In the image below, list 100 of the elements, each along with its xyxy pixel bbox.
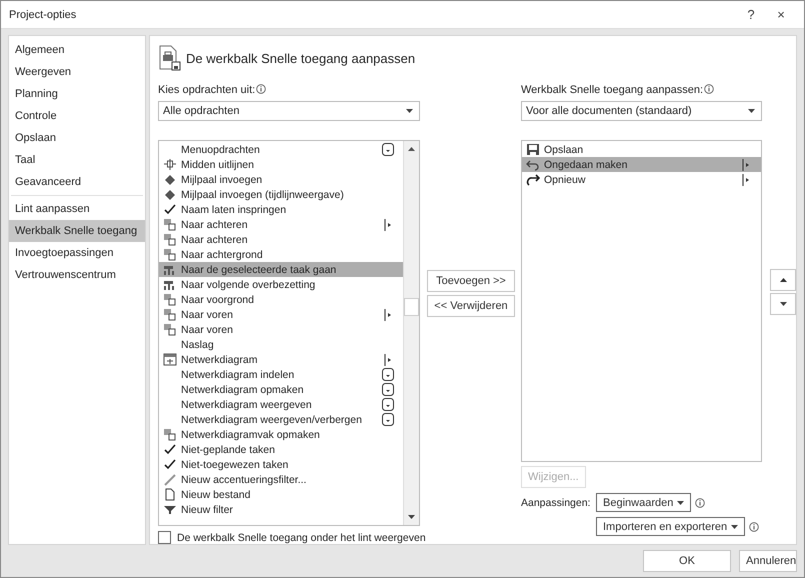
close-button[interactable]: × bbox=[766, 7, 796, 22]
shapes-icon bbox=[163, 293, 177, 306]
scroll-up-icon[interactable] bbox=[408, 147, 415, 151]
scroll-down-icon bbox=[408, 515, 415, 519]
dropdown-box-icon bbox=[382, 143, 394, 156]
list-item[interactable]: Netwerkdiagram opmaken bbox=[159, 382, 403, 397]
list-item[interactable]: Naar achtergrond bbox=[159, 247, 403, 262]
list-item[interactable]: Naam laten inspringen bbox=[159, 202, 403, 217]
info-icon bbox=[695, 498, 706, 508]
help-button[interactable]: ? bbox=[736, 7, 766, 22]
list-item[interactable]: Naar achteren bbox=[159, 217, 403, 232]
sidebar-item[interactable]: Opslaan bbox=[9, 127, 145, 149]
submenu-arrow-icon bbox=[384, 354, 392, 366]
list-item[interactable]: Netwerkdiagram indelen bbox=[159, 367, 403, 382]
undo-icon bbox=[526, 158, 540, 171]
sidebar-item[interactable]: Vertrouwenscentrum bbox=[9, 264, 145, 286]
down-arrow-icon bbox=[780, 302, 786, 306]
ok-button[interactable]: OK bbox=[643, 550, 731, 572]
table-icon bbox=[163, 353, 177, 366]
list-item[interactable]: Menuopdrachten bbox=[159, 142, 403, 157]
list-item[interactable]: Naslag bbox=[159, 337, 403, 352]
list-item[interactable]: Naar voren bbox=[159, 307, 403, 322]
commands-dropdown[interactable]: Alle opdrachten bbox=[158, 101, 420, 121]
diamond-icon bbox=[163, 173, 177, 186]
import-export-dropdown[interactable]: Importeren en exporteren bbox=[596, 517, 746, 536]
up-arrow-icon bbox=[780, 278, 786, 282]
dropdown-box-icon bbox=[382, 383, 394, 396]
scope-dropdown[interactable]: Voor alle documenten (standaard) bbox=[521, 101, 762, 121]
check-icon bbox=[163, 443, 177, 456]
list-item[interactable]: Netwerkdiagram weergeven bbox=[159, 397, 403, 412]
window-title: Project-opties bbox=[9, 8, 78, 20]
list-item[interactable]: Midden uitlijnen bbox=[159, 157, 403, 172]
printer-document-icon bbox=[158, 45, 182, 71]
list-item[interactable]: Mijlpaal invoegen (tijdlijnweergave) bbox=[159, 187, 403, 202]
list-item[interactable]: Niet-geplande taken bbox=[159, 442, 403, 457]
pen-icon bbox=[163, 473, 177, 486]
scroll-thumb[interactable] bbox=[404, 298, 419, 316]
list-item[interactable]: Nieuw accentueringsfilter... bbox=[159, 472, 403, 487]
list-item[interactable]: Naar achteren bbox=[159, 232, 403, 247]
sidebar-item[interactable]: Geavanceerd bbox=[9, 171, 145, 193]
list-item[interactable]: Nieuw bestand bbox=[159, 487, 403, 502]
shapes-icon bbox=[163, 323, 177, 336]
sidebar-item[interactable]: Invoegtoepassingen bbox=[9, 242, 145, 264]
sidebar-item[interactable]: Taal bbox=[9, 149, 145, 171]
move-up-button[interactable] bbox=[770, 269, 796, 291]
list-item[interactable]: Opnieuw bbox=[522, 172, 761, 187]
caret-icon bbox=[748, 109, 755, 113]
list-item[interactable]: Naar de geselecteerde taak gaan bbox=[159, 262, 403, 277]
bars-icon bbox=[163, 278, 177, 291]
field-label: Werkbalk Snelle toegang aanpassen: bbox=[521, 84, 704, 96]
document-icon bbox=[163, 488, 177, 501]
shapes-icon bbox=[163, 218, 177, 231]
list-item[interactable]: Netwerkdiagram bbox=[159, 352, 403, 367]
check-icon bbox=[163, 458, 177, 471]
dropdown-box-icon bbox=[382, 368, 394, 381]
list-item[interactable]: Mijlpaal invoegen bbox=[159, 172, 403, 187]
list-item[interactable]: Ongedaan maken bbox=[522, 157, 761, 172]
checkbox[interactable] bbox=[158, 531, 171, 544]
move-down-button[interactable] bbox=[770, 293, 796, 315]
submenu-arrow-icon bbox=[384, 308, 392, 320]
sidebar-item[interactable]: Algemeen bbox=[9, 39, 145, 61]
list-item[interactable]: Naar voorgrond bbox=[159, 292, 403, 307]
field-label: Aanpassingen: bbox=[521, 496, 592, 508]
list-item[interactable]: Nieuw filter bbox=[159, 502, 403, 517]
reset-dropdown[interactable]: Beginwaarden bbox=[596, 493, 692, 512]
field-label: Kies opdrachten uit: bbox=[158, 84, 256, 96]
remove-button[interactable]: << Verwijderen bbox=[427, 295, 515, 317]
dropdown-box-icon bbox=[382, 398, 394, 411]
cancel-button[interactable]: Annuleren bbox=[739, 550, 797, 572]
list-item[interactable]: Naar volgende overbezetting bbox=[159, 277, 403, 292]
checkbox-label: De werkbalk Snelle toegang onder het lint weergeven bbox=[177, 532, 426, 544]
caret-icon bbox=[677, 500, 684, 504]
redo-icon bbox=[526, 173, 540, 186]
info-icon bbox=[704, 84, 714, 94]
check-icon bbox=[163, 203, 177, 216]
bars-icon bbox=[163, 263, 177, 276]
info-icon bbox=[256, 84, 266, 94]
section-title: De werkbalk Snelle toegang aanpassen bbox=[186, 50, 416, 66]
caret-icon bbox=[406, 109, 413, 113]
sidebar-item[interactable]: Weergeven bbox=[9, 61, 145, 83]
list-item[interactable]: Opslaan bbox=[522, 142, 761, 157]
info-icon bbox=[749, 522, 760, 532]
scrollbar[interactable] bbox=[403, 141, 419, 525]
list-item[interactable]: Niet-toegewezen taken bbox=[159, 457, 403, 472]
caret-icon bbox=[731, 524, 738, 528]
sidebar-item[interactable]: Werkbalk Snelle toegang bbox=[9, 220, 145, 242]
dropdown-box-icon bbox=[382, 413, 394, 426]
shapes-icon bbox=[163, 428, 177, 441]
shapes-icon bbox=[163, 248, 177, 261]
list-item[interactable]: Netwerkdiagram weergeven/verbergen bbox=[159, 412, 403, 427]
sidebar-item[interactable]: Planning bbox=[9, 83, 145, 105]
sidebar-item[interactable]: Lint aanpassen bbox=[9, 198, 145, 220]
align-icon bbox=[163, 158, 177, 171]
list-item[interactable]: Naar voren bbox=[159, 322, 403, 337]
sidebar-item[interactable]: Controle bbox=[9, 105, 145, 127]
add-button[interactable]: Toevoegen >> bbox=[427, 270, 515, 292]
shapes-icon bbox=[163, 233, 177, 246]
list-item[interactable]: Netwerkdiagramvak opmaken bbox=[159, 427, 403, 442]
diamond-icon bbox=[163, 188, 177, 201]
submenu-arrow-icon bbox=[742, 158, 750, 170]
